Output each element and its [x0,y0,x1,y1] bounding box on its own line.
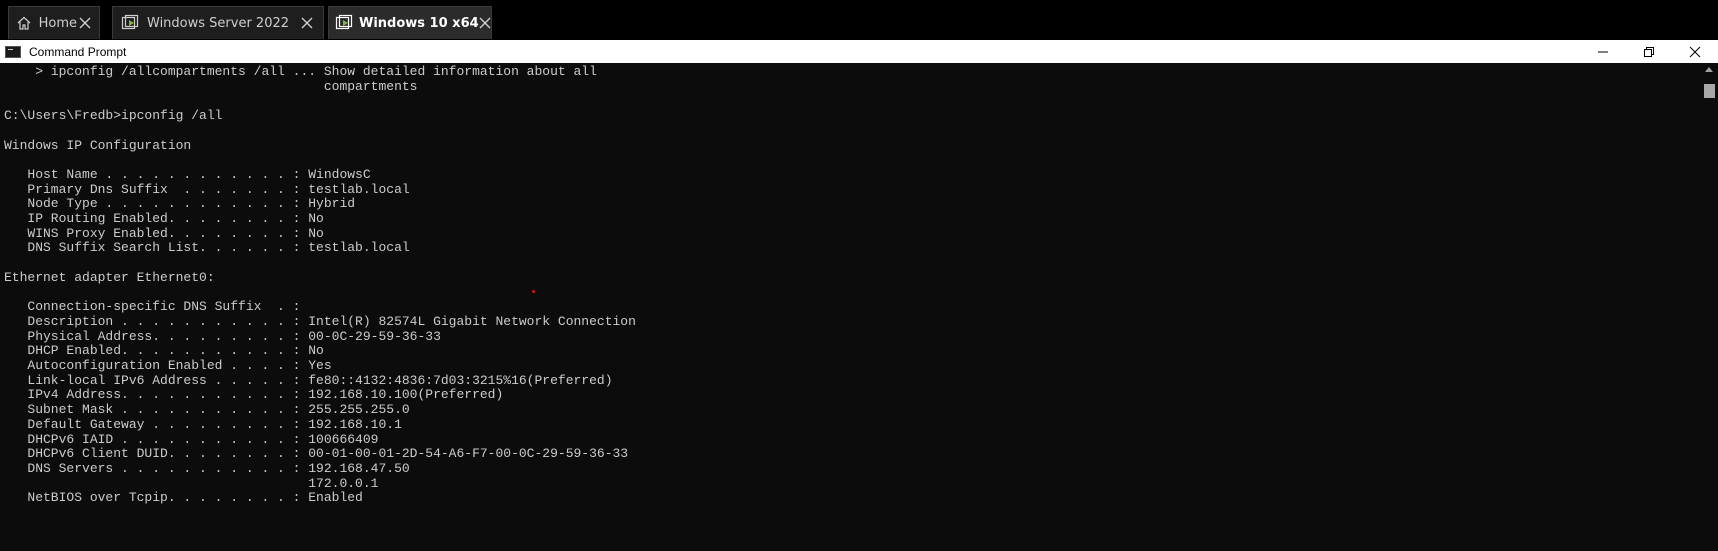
command-prompt-icon [5,45,21,58]
console-line: > ipconfig /allcompartments /all ... Sho… [4,64,597,79]
console-line: Physical Address. . . . . . . . . : 00-0… [4,328,441,344]
window-title: Command Prompt [29,44,127,59]
vm-icon [119,12,141,34]
close-icon[interactable] [77,13,93,33]
restore-button[interactable] [1626,40,1672,63]
console-line: Default Gateway . . . . . . . . . : 192.… [4,416,402,432]
console-line: Host Name . . . . . . . . . . . . : Wind… [4,166,371,182]
vm-tab-strip: Home Windows Server 2022 Windows 10 x64 [0,0,1718,40]
console-line: Subnet Mask . . . . . . . . . . . : 255.… [4,402,410,418]
console-line: DHCPv6 IAID . . . . . . . . . . . : 1006… [4,431,379,447]
console-line: C:\Users\Fredb>ipconfig /all [4,108,223,124]
window-controls [1580,40,1718,63]
command-prompt-window: Command Prompt > ipconfig /allcompartmen [0,40,1718,551]
minimize-button[interactable] [1580,40,1626,63]
console-output[interactable]: > ipconfig /allcompartments /all ... Sho… [0,63,1700,551]
console-line: DHCP Enabled. . . . . . . . . . . : No [4,343,324,359]
close-button[interactable] [1672,40,1718,63]
console-line: DNS Suffix Search List. . . . . . : test… [4,240,410,256]
console-line: Primary Dns Suffix . . . . . . . : testl… [4,181,410,197]
console-line: DNS Servers . . . . . . . . . . . : 192.… [4,460,410,476]
tab-windows-10-x64-label: Windows 10 x64 [359,15,479,31]
scrollbar-thumb[interactable] [1704,84,1715,98]
close-icon[interactable] [297,13,317,33]
console-line: DHCPv6 Client DUID. . . . . . . . : 00-0… [4,446,629,462]
minimize-icon [1598,51,1608,52]
console-line: IP Routing Enabled. . . . . . . . : No [4,211,324,226]
restore-icon [1644,46,1654,57]
vm-icon [335,12,353,34]
home-icon [15,12,33,34]
console-line: WINS Proxy Enabled. . . . . . . . : No [4,225,324,241]
console-line: Windows IP Configuration [4,137,192,153]
tab-home-label: Home [38,15,77,31]
console-line: IPv4 Address. . . . . . . . . . . : 192.… [4,387,504,403]
scroll-up-arrow-icon[interactable] [1705,67,1713,72]
tab-windows-server-2022-label: Windows Server 2022 [147,15,290,31]
console-line: 172.0.0.1 [4,475,379,491]
console-line: Description . . . . . . . . . . . : Inte… [4,313,636,329]
close-icon [1689,46,1701,57]
close-icon[interactable] [479,13,491,33]
console-line: Connection-specific DNS Suffix . : [4,299,301,315]
vertical-scrollbar[interactable] [1701,63,1718,551]
tab-windows-10-x64[interactable]: Windows 10 x64 [328,6,492,39]
console-line: Node Type . . . . . . . . . . . . : Hybr… [4,196,356,212]
tab-windows-server-2022[interactable]: Windows Server 2022 [112,6,324,39]
console-line: Ethernet adapter Ethernet0: [4,269,215,285]
tab-home[interactable]: Home [8,6,100,39]
console-line: Link-local IPv6 Address . . . . . : fe80… [4,372,613,388]
console-line: NetBIOS over Tcpip. . . . . . . . : Enab… [4,490,363,506]
console-line: Autoconfiguration Enabled . . . . : Yes [4,358,332,373]
cursor-dot [532,290,535,293]
console-line: compartments [4,78,418,94]
window-titlebar[interactable]: Command Prompt [0,40,1718,63]
